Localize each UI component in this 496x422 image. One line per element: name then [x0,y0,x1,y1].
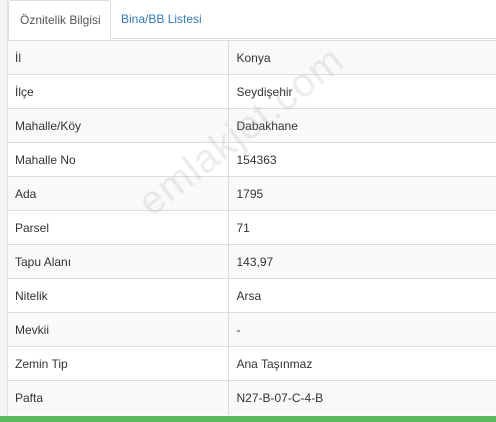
tab-oznitelik-bilgisi[interactable]: Öznitelik Bilgisi [8,0,111,40]
row-label-ilce: İlçe [8,74,229,109]
row-value-ilce: Seydişehir [228,74,496,109]
table-row: Ada 1795 [8,176,496,211]
row-value-mevkii: - [228,312,496,347]
table-row: Mahalle No 154363 [8,142,496,177]
tab-bina-bb-listesi[interactable]: Bina/BB Listesi [111,0,214,39]
row-label-ada: Ada [8,176,229,211]
row-label-pafta: Pafta [8,380,229,415]
row-label-parsel: Parsel [8,210,229,245]
table-row: Tapu Alanı 143,97 [8,244,496,279]
table-row: Mevkii - [8,312,496,347]
row-value-zemin-tip: Ana Taşınmaz [228,346,496,381]
row-label-zemin-tip: Zemin Tip [8,346,229,381]
table-row: Parsel 71 [8,210,496,245]
table-row: İl Konya [8,40,496,75]
row-label-il: İl [8,40,229,75]
row-value-il: Konya [228,40,496,75]
row-label-mevkii: Mevkii [8,312,229,347]
row-value-nitelik: Arsa [228,278,496,313]
row-label-mahalle-no: Mahalle No [8,142,229,177]
row-label-nitelik: Nitelik [8,278,229,313]
row-value-tapu-alani: 143,97 [228,244,496,279]
row-label-mahalle-koy: Mahalle/Köy [8,108,229,143]
tab-bar: Öznitelik Bilgisi Bina/BB Listesi [8,0,496,40]
left-edge [0,0,8,422]
table-row: Mahalle/Köy Dabakhane [8,108,496,143]
attribute-panel: Öznitelik Bilgisi Bina/BB Listesi İl Kon… [0,0,496,422]
row-value-ada: 1795 [228,176,496,211]
row-value-pafta: N27-B-07-C-4-B [228,380,496,415]
row-value-mahalle-no: 154363 [228,142,496,177]
row-value-mahalle-koy: Dabakhane [228,108,496,143]
attribute-table: İl Konya İlçe Seydişehir Mahalle/Köy Dab… [8,40,496,415]
table-row: Pafta N27-B-07-C-4-B [8,380,496,415]
bottom-status-bar [0,416,496,422]
row-label-tapu-alani: Tapu Alanı [8,244,229,279]
table-row: İlçe Seydişehir [8,74,496,109]
row-value-parsel: 71 [228,210,496,245]
table-row: Nitelik Arsa [8,278,496,313]
table-row: Zemin Tip Ana Taşınmaz [8,346,496,381]
